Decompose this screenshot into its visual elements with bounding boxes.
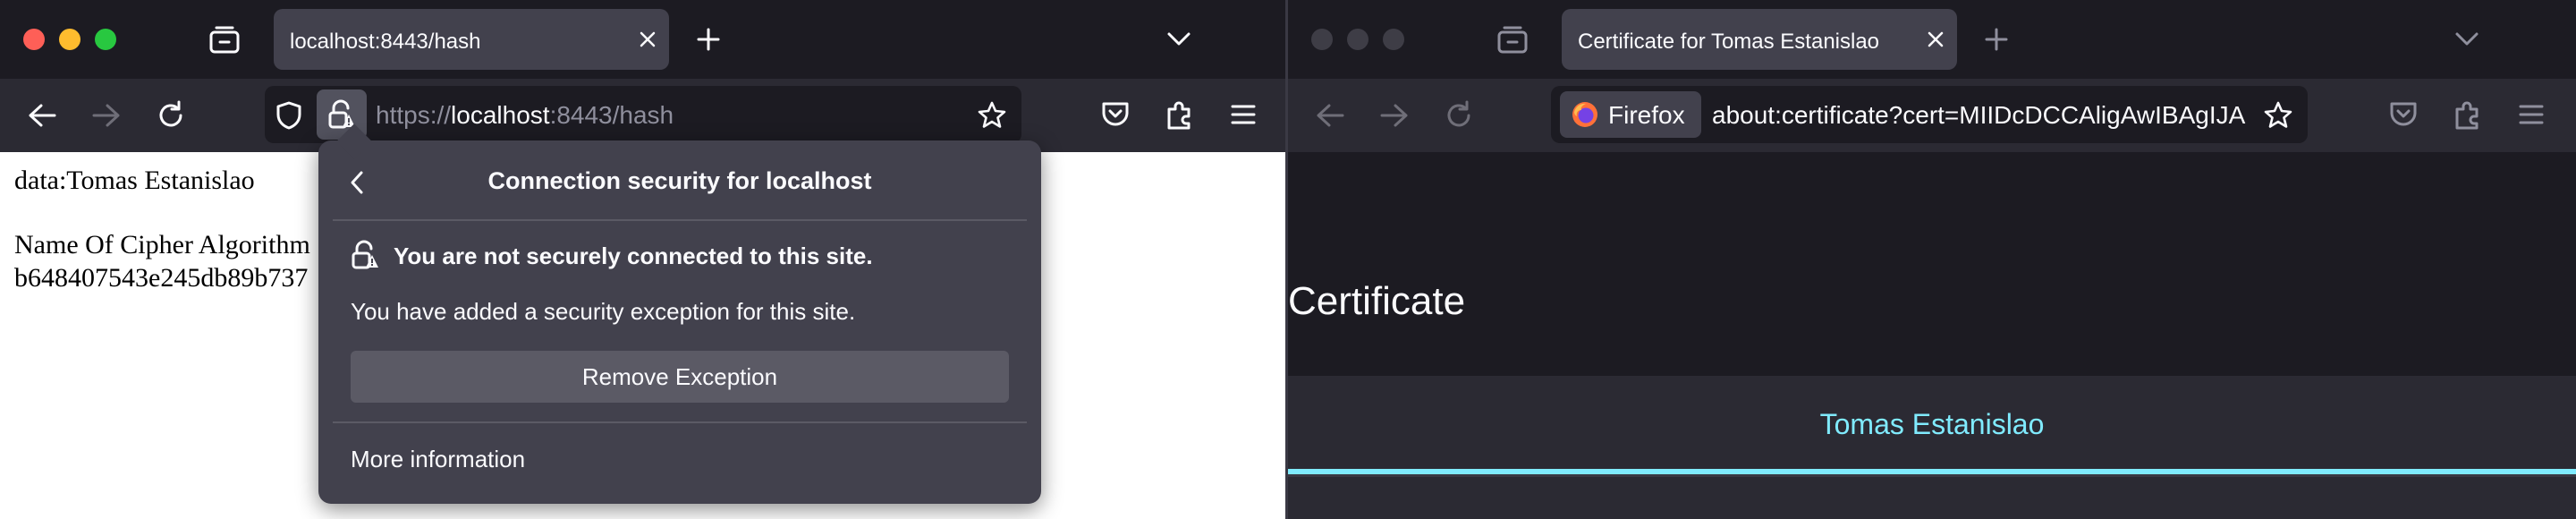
new-tab-icon[interactable] <box>1984 27 2009 52</box>
close-window-button[interactable] <box>23 29 45 50</box>
app-menu-hamburger-icon[interactable] <box>2519 104 2544 125</box>
back-arrow-icon[interactable] <box>27 102 57 129</box>
url-text: about:certificate?cert=MIIDcDCCAligAwIBA… <box>1712 101 2246 129</box>
tab-certificate[interactable]: Certificate for Tomas Estanislao <box>1562 9 1957 70</box>
forward-arrow-icon[interactable] <box>91 102 122 129</box>
connection-security-panel: Connection security for localhost You ar… <box>318 123 1041 504</box>
extensions-puzzle-icon[interactable] <box>1165 98 1195 131</box>
identity-chip-label: Firefox <box>1608 101 1685 129</box>
tab-title: localhost:8443/hash <box>290 30 481 54</box>
insecure-warning-text: You are not securely connected to this s… <box>394 242 873 269</box>
reload-icon[interactable] <box>156 100 186 131</box>
right-tab-bar: Certificate for Tomas Estanislao <box>1288 0 2576 79</box>
left-browser-window: localhost:8443/hash https://localhost:84… <box>0 0 1285 519</box>
close-tab-icon[interactable] <box>1925 29 1946 50</box>
panel-title: Connection security for localhost <box>487 167 872 194</box>
bookmark-star-icon[interactable] <box>977 100 1007 129</box>
pocket-icon[interactable] <box>1100 100 1131 129</box>
reload-icon[interactable] <box>1444 100 1474 131</box>
firefox-identity-chip[interactable]: Firefox <box>1560 91 1701 138</box>
page-line-cipher: Name Of Cipher Algorithm <box>14 230 310 260</box>
back-arrow-icon[interactable] <box>1315 102 1345 129</box>
certificate-heading: Certificate <box>1288 279 1466 323</box>
app-menu-hamburger-icon[interactable] <box>1231 104 1256 125</box>
tab-localhost-hash[interactable]: localhost:8443/hash <box>274 9 669 70</box>
firefox-view-icon[interactable] <box>209 25 240 54</box>
firefox-view-icon[interactable] <box>1497 25 1528 54</box>
pocket-icon[interactable] <box>2388 100 2419 129</box>
panel-divider <box>333 219 1027 221</box>
list-all-tabs-chevron-icon[interactable] <box>1166 30 1191 47</box>
minimize-window-button[interactable] <box>1347 29 1368 50</box>
url-text: https://localhost:8443/hash <box>376 101 674 129</box>
extensions-puzzle-icon[interactable] <box>2453 98 2483 131</box>
new-tab-icon[interactable] <box>696 27 721 52</box>
list-all-tabs-chevron-icon[interactable] <box>2454 30 2479 47</box>
more-information-link[interactable]: More information <box>351 446 525 473</box>
close-window-button[interactable] <box>1311 29 1333 50</box>
address-bar[interactable]: Firefox about:certificate?cert=MIIDcDCCA… <box>1551 86 2308 143</box>
exception-description: You have added a security exception for … <box>351 298 856 325</box>
right-nav-toolbar: Firefox about:certificate?cert=MIIDcDCCA… <box>1288 79 2576 152</box>
minimize-window-button[interactable] <box>59 29 80 50</box>
insecure-lock-icon <box>351 240 379 270</box>
left-tab-bar: localhost:8443/hash <box>0 0 1285 79</box>
remove-exception-button[interactable]: Remove Exception <box>351 351 1009 403</box>
tab-strip-border <box>1288 474 2576 477</box>
panel-divider <box>333 421 1027 423</box>
page-line-hash: b648407543e245db89b737 <box>14 263 309 293</box>
firefox-logo-icon <box>1571 100 1599 129</box>
right-browser-window: Certificate for Tomas Estanislao Firefox… <box>1288 0 2576 519</box>
tab-title: Certificate for Tomas Estanislao <box>1578 30 1880 54</box>
certificate-page: Certificate Tomas Estanislao <box>1288 152 2576 519</box>
tracking-protection-shield-icon[interactable] <box>275 100 302 131</box>
certificate-tabs: Tomas Estanislao <box>1288 376 2576 519</box>
zoom-window-button[interactable] <box>95 29 116 50</box>
zoom-window-button[interactable] <box>1383 29 1404 50</box>
bookmark-star-icon[interactable] <box>2263 100 2293 129</box>
address-bar[interactable]: https://localhost:8443/hash <box>265 86 1021 143</box>
close-tab-icon[interactable] <box>637 29 658 50</box>
cert-tab-tomas-estanislao[interactable]: Tomas Estanislao <box>1288 408 2576 441</box>
forward-arrow-icon[interactable] <box>1379 102 1410 129</box>
page-line-data: data:Tomas Estanislao <box>14 166 255 195</box>
